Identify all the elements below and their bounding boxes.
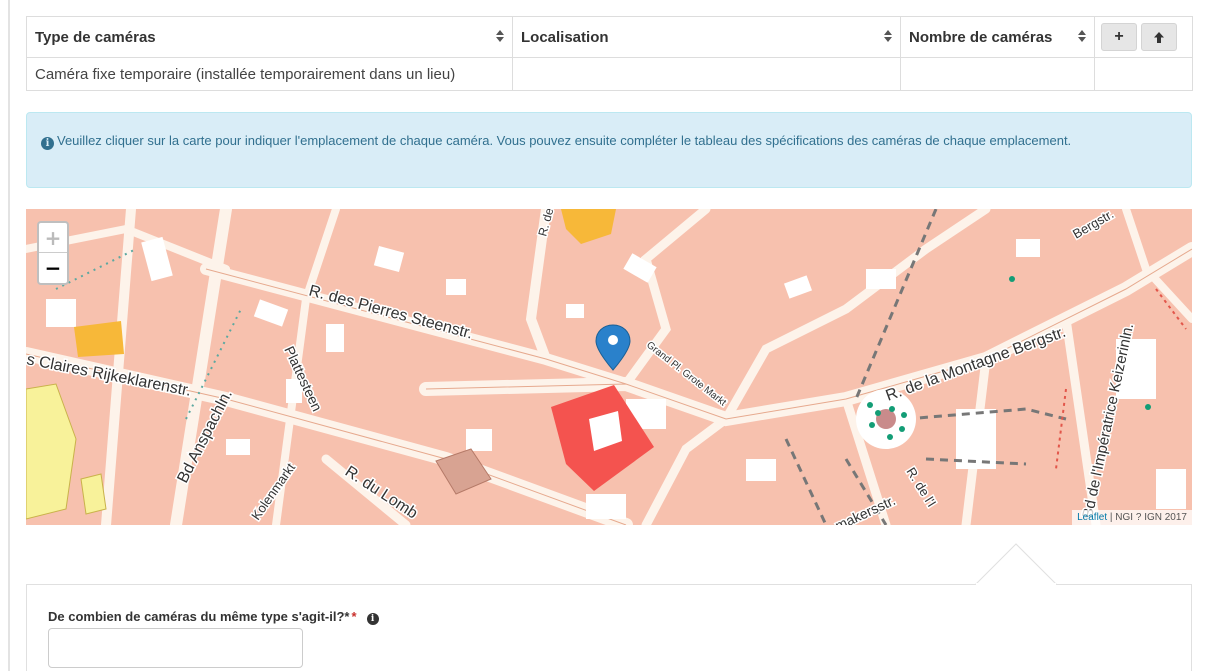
column-header-type-label: Type de caméras bbox=[35, 28, 156, 46]
sort-icon[interactable] bbox=[884, 30, 892, 44]
column-header-location[interactable]: Localisation bbox=[512, 16, 901, 58]
map[interactable]: R. des Pierres Steenstr. s Claires Rijke… bbox=[26, 209, 1192, 525]
map-label-montagne: R. de la Montagne Bergstr. bbox=[884, 324, 1069, 405]
map-label-plattesteen: Plattesteen bbox=[281, 344, 325, 414]
column-header-type[interactable]: Type de caméras bbox=[26, 16, 513, 58]
sort-icon[interactable] bbox=[496, 30, 504, 44]
required-mark: * bbox=[351, 609, 357, 624]
column-header-count-label: Nombre de caméras bbox=[909, 28, 1053, 46]
camera-count-label: De combien de caméras du même type s'agi… bbox=[48, 609, 379, 625]
column-header-count[interactable]: Nombre de caméras bbox=[900, 16, 1095, 58]
camera-count-input[interactable] bbox=[48, 628, 303, 668]
cell-count bbox=[900, 57, 1095, 91]
plus-icon: + bbox=[1114, 28, 1124, 45]
sort-icon[interactable] bbox=[1078, 30, 1086, 44]
map-attribution: Leaflet | NGI ? IGN 2017 bbox=[1072, 510, 1192, 525]
zoom-out-button[interactable]: − bbox=[39, 253, 67, 283]
map-label-kolenmarkt: Kolenmarkt bbox=[248, 460, 298, 523]
map-label-bergstr: Bergstr. bbox=[1070, 209, 1116, 242]
info-circle-icon: i bbox=[41, 137, 54, 150]
cell-actions bbox=[1094, 57, 1193, 91]
map-label-rde: R. de bbox=[535, 209, 556, 238]
location-marker-icon[interactable] bbox=[595, 324, 631, 371]
map-tiles[interactable]: R. des Pierres Steenstr. s Claires Rijke… bbox=[26, 209, 1192, 525]
popover-arrow bbox=[975, 543, 1057, 585]
map-label-imperial: R. de l'I bbox=[903, 465, 939, 510]
info-icon[interactable]: i bbox=[366, 613, 379, 625]
cell-type: Caméra fixe temporaire (installée tempor… bbox=[26, 57, 513, 91]
map-label-imperatrice: Bd de l'Impératrice Keizerinln. bbox=[1079, 322, 1137, 520]
info-alert: i Veuillez cliquer sur la carte pour indi… bbox=[26, 112, 1192, 188]
zoom-control: + − bbox=[37, 221, 69, 285]
table-header-row: Type de caméras Localisation Nombre de c… bbox=[26, 16, 1193, 58]
leaflet-link[interactable]: Leaflet bbox=[1077, 512, 1107, 523]
left-rule bbox=[8, 0, 10, 671]
cameras-table: Type de caméras Localisation Nombre de c… bbox=[26, 16, 1193, 91]
move-up-button[interactable] bbox=[1141, 23, 1177, 51]
column-header-location-label: Localisation bbox=[521, 28, 609, 46]
add-row-button[interactable]: + bbox=[1101, 23, 1137, 51]
camera-count-label-text: De combien de caméras du même type s'agi… bbox=[48, 609, 350, 624]
table-row[interactable]: Caméra fixe temporaire (installée tempor… bbox=[26, 57, 1193, 91]
table-actions: + bbox=[1094, 16, 1193, 58]
cell-location bbox=[512, 57, 901, 91]
map-label-anspach: Bd Anspachln. bbox=[174, 387, 236, 486]
zoom-in-button[interactable]: + bbox=[39, 223, 67, 253]
alert-text: Veuillez cliquer sur la carte pour indiq… bbox=[57, 133, 1072, 148]
arrow-up-icon bbox=[1154, 31, 1164, 43]
attribution-text: | NGI ? IGN 2017 bbox=[1107, 512, 1187, 523]
map-label-lombard: R. du Lomb bbox=[342, 463, 421, 522]
